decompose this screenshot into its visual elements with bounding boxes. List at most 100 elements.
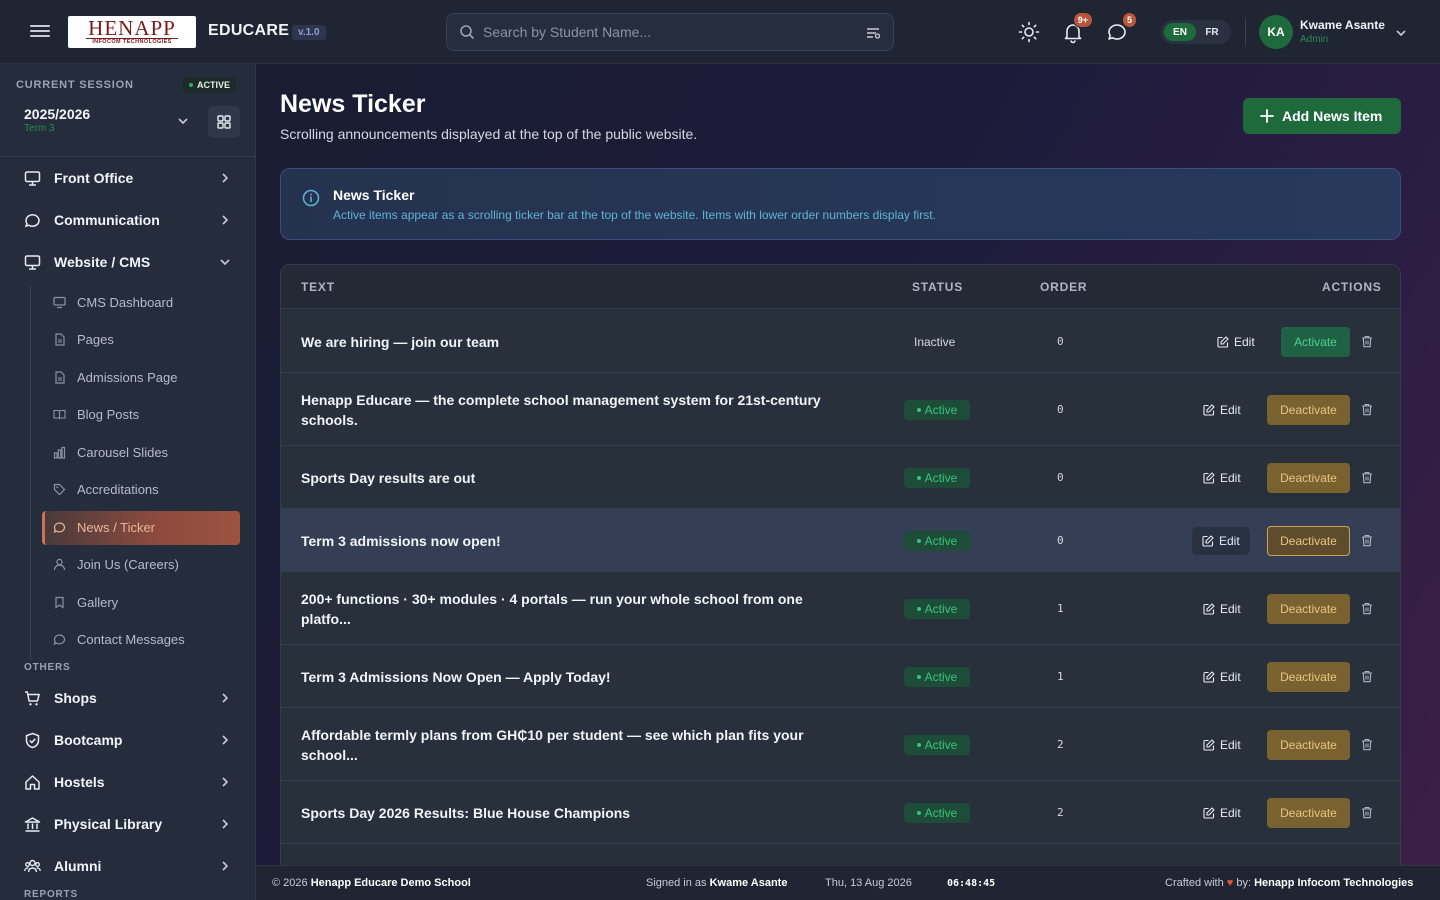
search-icon	[460, 25, 474, 39]
tag-icon	[53, 483, 66, 496]
edit-button[interactable]: Edit	[1203, 464, 1241, 492]
deactivate-button[interactable]: Deactivate	[1267, 593, 1350, 624]
add-news-item-button[interactable]: Add News Item	[1243, 98, 1401, 134]
sidebar-item-news-ticker[interactable]: News / Ticker	[42, 511, 240, 545]
book-open-icon	[53, 409, 66, 420]
sidebar-item-accreditations[interactable]: Accreditations	[42, 473, 240, 507]
edit-button[interactable]: Edit	[1203, 595, 1241, 623]
sidebar-item-join-us-careers[interactable]: Join Us (Careers)	[42, 548, 240, 582]
grid-icon	[217, 115, 231, 129]
notifications-button[interactable]: 9+	[1061, 12, 1093, 44]
document-icon	[55, 333, 65, 346]
delete-button[interactable]	[1361, 471, 1373, 484]
chevron-right-icon	[222, 215, 229, 225]
sidebar-item-label: Hostels	[54, 774, 105, 790]
delete-button[interactable]	[1361, 403, 1373, 416]
sidebar-item-communication[interactable]: Communication	[14, 202, 242, 238]
sidebar-item-hostels[interactable]: Hostels	[14, 764, 242, 800]
sidebar-item-bootcamp[interactable]: Bootcamp	[14, 722, 242, 758]
company-name[interactable]: Henapp Infocom Technologies	[1254, 877, 1413, 889]
sidebar-item-label: Communication	[54, 212, 160, 228]
chevron-down-icon	[178, 118, 188, 125]
order-value: 0	[1057, 470, 1064, 484]
page-title: News Ticker	[280, 90, 426, 118]
avatar[interactable]: KA	[1259, 15, 1293, 49]
edit-button[interactable]: Edit	[1203, 799, 1241, 827]
sidebar-item-gallery[interactable]: Gallery	[42, 586, 240, 620]
sidebar-item-website-cms[interactable]: Website / CMS	[14, 244, 242, 280]
lang-en-option[interactable]: EN	[1164, 23, 1196, 41]
sidebar-item-label: Gallery	[77, 595, 119, 610]
table-row: 200+ functions · 30+ modules · 4 portals…	[281, 572, 1400, 645]
sidebar-item-label: Alumni	[54, 858, 102, 874]
logo-text: HENAPP	[86, 16, 178, 40]
sidebar-item-cms-dashboard[interactable]: CMS Dashboard	[42, 286, 240, 320]
delete-button[interactable]	[1361, 738, 1373, 751]
column-header-status: STATUS	[912, 280, 964, 294]
activate-button[interactable]: Activate	[1281, 326, 1350, 357]
column-header-text: TEXT	[301, 280, 335, 294]
messages-button[interactable]: 5	[1105, 12, 1137, 44]
sidebar-item-front-office[interactable]: Front Office	[14, 160, 242, 196]
logo[interactable]: HENAPP INFOCOM TECHNOLOGIES	[68, 16, 196, 48]
footer-copyright: © 2026 Henapp Educare Demo School	[272, 877, 471, 889]
sidebar-item-label: Pages	[77, 332, 114, 347]
footer-date: Thu, 13 Aug 2026	[825, 877, 912, 889]
footer-clock: 06:48:45	[947, 878, 996, 889]
order-value: 1	[1057, 601, 1064, 615]
divider	[1245, 18, 1246, 46]
delete-button[interactable]	[1361, 534, 1373, 547]
user-name[interactable]: Kwame Asante	[1300, 18, 1385, 32]
sidebar-item-contact-messages[interactable]: Contact Messages	[42, 623, 240, 657]
edit-icon	[1202, 534, 1214, 547]
session-label: CURRENT SESSION	[16, 79, 134, 91]
deactivate-button[interactable]: Deactivate	[1267, 797, 1350, 828]
lang-fr-option[interactable]: FR	[1196, 23, 1228, 41]
deactivate-button[interactable]: Deactivate	[1267, 525, 1350, 556]
search-input[interactable]	[483, 22, 853, 42]
delete-button[interactable]	[1361, 806, 1373, 819]
news-text: 200+ functions · 30+ modules · 4 portals…	[301, 590, 803, 627]
deactivate-button[interactable]: Deactivate	[1267, 661, 1350, 692]
trash-icon	[1362, 738, 1372, 750]
edit-button[interactable]: Edit	[1203, 663, 1241, 691]
user-icon	[53, 558, 66, 571]
apps-grid-button[interactable]	[208, 106, 240, 138]
theme-toggle-icon[interactable]	[1017, 20, 1041, 44]
sidebar-item-label: Website / CMS	[54, 254, 151, 270]
deactivate-button[interactable]: Deactivate	[1267, 394, 1350, 425]
chevron-down-icon[interactable]	[1394, 26, 1408, 40]
sidebar-item-shops[interactable]: Shops	[14, 680, 242, 716]
session-select[interactable]: 2025/2026 Term 3	[14, 100, 198, 142]
filter-icon[interactable]	[865, 25, 881, 41]
sidebar-item-blog-posts[interactable]: Blog Posts	[42, 398, 240, 432]
sidebar-item-label: Front Office	[54, 170, 134, 186]
menu-icon[interactable]	[30, 22, 50, 42]
chat-icon	[24, 214, 40, 228]
delete-button[interactable]	[1361, 602, 1373, 615]
deactivate-button[interactable]: Deactivate	[1267, 462, 1350, 493]
shield-icon	[25, 732, 40, 749]
edit-icon	[1203, 670, 1215, 683]
sidebar-item-alumni[interactable]: Alumni	[14, 848, 242, 884]
edit-icon	[1203, 602, 1215, 615]
edit-button[interactable]: Edit	[1203, 731, 1241, 759]
news-text: Term 3 Admissions Now Open — Apply Today…	[301, 668, 611, 685]
sidebar-item-label: Shops	[54, 690, 97, 706]
edit-label: Edit	[1220, 601, 1241, 616]
deactivate-button[interactable]: Deactivate	[1267, 729, 1350, 760]
table-row: Sports Day 2026 Results: Blue House Cham…	[281, 781, 1400, 844]
edit-icon	[1203, 738, 1215, 751]
sidebar-item-physical-library[interactable]: Physical Library	[14, 806, 242, 842]
session-term: Term 3	[24, 123, 55, 134]
sidebar-item-label: Accreditations	[77, 482, 159, 497]
sidebar-item-carousel-slides[interactable]: Carousel Slides	[42, 436, 240, 470]
edit-button[interactable]: Edit	[1203, 396, 1241, 424]
info-text: Active items appear as a scrolling ticke…	[333, 208, 936, 222]
sidebar-item-pages[interactable]: Pages	[42, 323, 240, 357]
edit-button[interactable]: Edit	[1192, 526, 1250, 555]
delete-button[interactable]	[1361, 335, 1373, 348]
sidebar-item-admissions-page[interactable]: Admissions Page	[42, 361, 240, 395]
edit-button[interactable]: Edit	[1217, 328, 1255, 356]
delete-button[interactable]	[1361, 670, 1373, 683]
